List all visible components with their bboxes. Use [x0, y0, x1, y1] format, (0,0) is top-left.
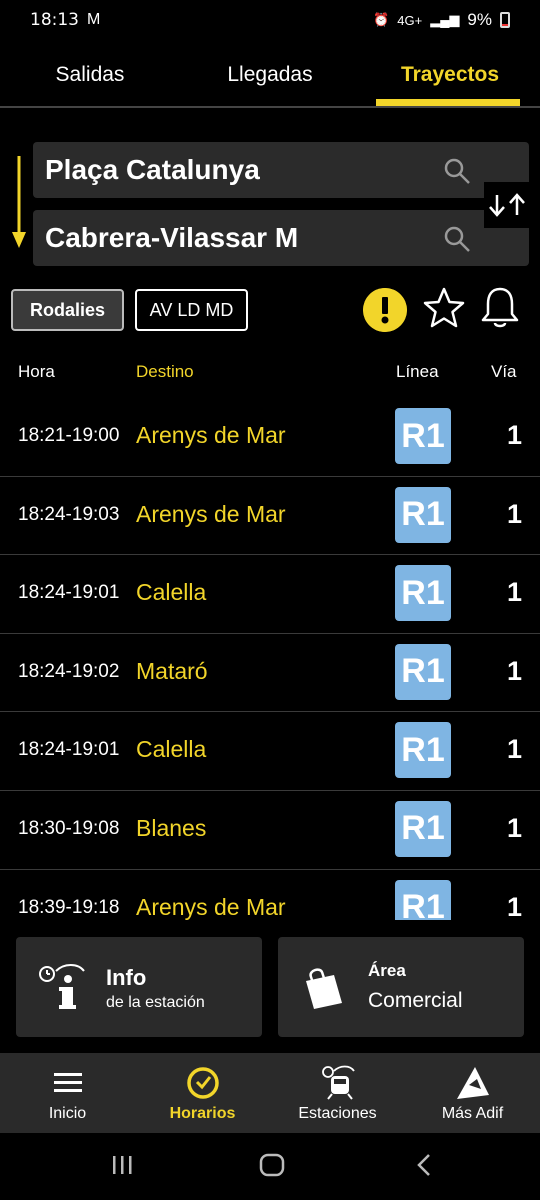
- swap-arrows-icon: [489, 193, 525, 217]
- row-hora: 18:24-19:03: [18, 503, 120, 525]
- station-info-icon: [39, 964, 85, 1009]
- tab-trayectos[interactable]: Trayectos: [360, 48, 540, 106]
- row-hora: 18:30-19:08: [18, 817, 120, 839]
- nav-mas-adif-label: Más Adif: [441, 1105, 504, 1122]
- table-row[interactable]: 18:24-19:01 Calella R1 1: [0, 712, 540, 791]
- status-time: 18:13: [30, 10, 79, 30]
- search-icon[interactable]: [443, 157, 471, 185]
- row-via: 1: [506, 498, 522, 529]
- row-destino: Arenys de Mar: [136, 422, 286, 448]
- row-destino: Mataró: [136, 657, 208, 684]
- line-badge: R1: [395, 722, 451, 779]
- search-icon[interactable]: [443, 225, 471, 253]
- column-destino: Destino: [136, 362, 194, 381]
- nav-inicio-label: Inicio: [48, 1105, 87, 1122]
- filter-avldmd-button[interactable]: AV LD MD: [135, 289, 248, 331]
- swap-stations-button[interactable]: [484, 182, 530, 228]
- line-badge: R1: [395, 879, 451, 920]
- nav-horarios-label: Horarios: [169, 1105, 236, 1122]
- row-via: 1: [506, 577, 522, 608]
- star-icon[interactable]: [421, 285, 467, 331]
- row-destino: Blanes: [136, 814, 207, 841]
- row-hora: 18:24-19:01: [18, 582, 120, 604]
- status-icons: ⏰ 4G+ ▂▄▆ 9%: [373, 10, 510, 30]
- filter-bar: Rodalies AV LD MD: [11, 287, 531, 333]
- column-hora: Hora: [18, 362, 55, 381]
- train-station-icon: [321, 1065, 355, 1100]
- direction-arrow-icon: [12, 156, 26, 248]
- commercial-area-subtitle: Comercial: [368, 989, 463, 1012]
- warning-icon[interactable]: [363, 288, 407, 332]
- origin-station: Plaça Catalunya: [45, 154, 260, 185]
- home-icon[interactable]: [259, 1153, 285, 1177]
- network-label: 4G+: [397, 12, 423, 28]
- destination-station: Cabrera-Vilassar M: [45, 222, 299, 253]
- quick-links: Info de la estación Área Comercial: [16, 937, 524, 1037]
- row-via: 1: [506, 891, 522, 920]
- adif-logo-icon: [456, 1067, 489, 1099]
- table-row[interactable]: 18:24-19:03 Arenys de Mar R1 1: [0, 477, 540, 556]
- table-row[interactable]: 18:24-19:02 Mataró R1 1: [0, 634, 540, 713]
- origin-field[interactable]: Plaça Catalunya: [33, 142, 529, 198]
- row-destino: Calella: [136, 736, 207, 763]
- battery-level: 9%: [467, 10, 492, 29]
- tab-salidas[interactable]: Salidas: [0, 48, 180, 106]
- row-destino: Arenys de Mar: [136, 893, 286, 920]
- column-linea: Línea: [396, 362, 439, 381]
- alarm-icon: ⏰: [373, 12, 390, 27]
- destination-field[interactable]: Cabrera-Vilassar M: [33, 210, 529, 266]
- tab-bar: Salidas Llegadas Trayectos: [0, 48, 540, 108]
- nav-mas-adif[interactable]: Más Adif: [405, 1053, 540, 1133]
- row-hora: 18:24-19:01: [18, 739, 120, 761]
- table-row[interactable]: 18:24-19:01 Calella R1 1: [0, 555, 540, 634]
- row-via: 1: [506, 812, 522, 843]
- nav-estaciones[interactable]: Estaciones: [270, 1053, 405, 1133]
- row-via: 1: [506, 655, 522, 686]
- commercial-area-title: Área: [368, 961, 406, 980]
- commercial-area-card[interactable]: Área Comercial: [278, 937, 524, 1037]
- table-header: Hora Destino Línea Vía: [0, 362, 540, 386]
- row-via: 1: [506, 420, 522, 450]
- station-info-subtitle: de la estación: [106, 994, 205, 1011]
- trip-list[interactable]: 18:21-19:00 Arenys de Mar R1 1 18:24-19:…: [0, 398, 540, 920]
- column-via: Vía: [491, 362, 517, 381]
- row-hora: 18:39-19:18: [18, 896, 120, 918]
- status-bar: 18:13 M ⏰ 4G+ ▂▄▆ 9%: [0, 0, 540, 40]
- nav-horarios[interactable]: Horarios: [135, 1053, 270, 1133]
- row-via: 1: [506, 734, 522, 765]
- nav-estaciones-label: Estaciones: [298, 1105, 377, 1122]
- signal-icon: ▂▄▆: [430, 12, 460, 27]
- gmail-icon: M: [87, 11, 101, 28]
- station-info-title: Info: [106, 965, 147, 990]
- table-row[interactable]: 18:21-19:00 Arenys de Mar R1 1: [0, 398, 540, 477]
- shopping-bag-icon: [306, 968, 342, 1009]
- battery-icon: [500, 12, 510, 28]
- recent-apps-icon[interactable]: [110, 1153, 134, 1177]
- row-destino: Calella: [136, 579, 207, 606]
- line-badge: R1: [395, 800, 451, 857]
- row-hora: 18:21-19:00: [18, 425, 120, 446]
- table-row[interactable]: 18:30-19:08 Blanes R1 1: [0, 791, 540, 870]
- bell-icon[interactable]: [478, 284, 522, 332]
- line-badge: R1: [395, 408, 451, 464]
- table-row[interactable]: 18:39-19:18 Arenys de Mar R1 1: [0, 870, 540, 920]
- bottom-navigation: Inicio Horarios Estaciones Más Adif: [0, 1053, 540, 1133]
- clock-icon: [186, 1067, 219, 1099]
- row-destino: Arenys de Mar: [136, 500, 286, 527]
- route-selector: Plaça Catalunya Cabrera-Vilassar M: [0, 142, 540, 268]
- line-badge: R1: [395, 643, 451, 700]
- line-badge: R1: [395, 486, 451, 543]
- station-info-card[interactable]: Info de la estación: [16, 937, 262, 1037]
- tab-llegadas[interactable]: Llegadas: [180, 48, 360, 106]
- row-hora: 18:24-19:02: [18, 660, 120, 682]
- menu-icon: [53, 1073, 82, 1092]
- line-badge: R1: [395, 565, 451, 622]
- system-navigation-bar: [0, 1133, 540, 1200]
- filter-rodalies-button[interactable]: Rodalies: [11, 289, 124, 331]
- nav-inicio[interactable]: Inicio: [0, 1053, 135, 1133]
- back-icon[interactable]: [413, 1153, 435, 1177]
